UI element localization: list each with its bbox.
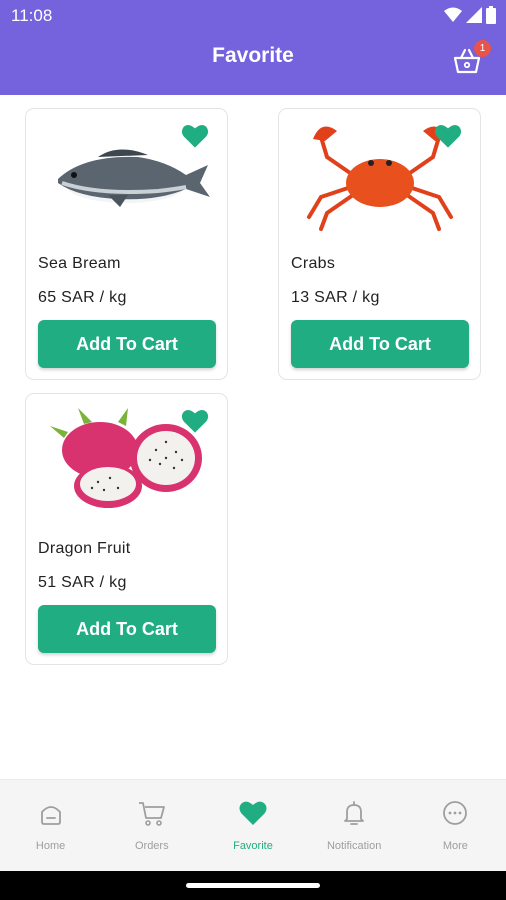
- battery-icon: [486, 6, 496, 24]
- add-to-cart-button[interactable]: Add To Cart: [38, 605, 216, 653]
- product-price: 13 SAR / kg: [291, 289, 380, 306]
- home-icon: [40, 806, 61, 825]
- add-to-cart-button[interactable]: Add To Cart: [291, 320, 469, 368]
- nav-label: Home: [35, 840, 66, 852]
- home-gesture-pill[interactable]: [186, 883, 320, 888]
- header-cart-button[interactable]: 1: [452, 40, 492, 76]
- status-icons: [444, 6, 496, 24]
- nav-item-notification[interactable]: Notification: [304, 780, 405, 871]
- product-card[interactable]: Sea Bream 65 SAR / kg Add To Cart: [25, 108, 228, 380]
- heart-icon: [239, 801, 267, 825]
- wifi-icon: [444, 7, 462, 22]
- app-header: 11:08 Favorite 1: [0, 0, 506, 95]
- nav-item-favorite[interactable]: Favorite: [202, 780, 303, 871]
- status-time: 11:08: [11, 6, 53, 25]
- product-name: Dragon Fruit: [38, 540, 131, 557]
- product-card[interactable]: Crabs 13 SAR / kg Add To Cart: [278, 108, 481, 380]
- bottom-nav: Home Orders Favorite Notification More: [0, 779, 506, 871]
- nav-item-orders[interactable]: Orders: [101, 780, 202, 871]
- favorite-heart-icon[interactable]: [181, 408, 209, 434]
- nav-item-more[interactable]: More: [405, 780, 506, 871]
- product-price: 65 SAR / kg: [38, 289, 127, 306]
- cart-badge: 1: [474, 40, 491, 57]
- nav-label: Orders: [134, 840, 169, 852]
- nav-label: More: [442, 840, 468, 852]
- bell-icon: [344, 801, 365, 825]
- signal-icon: [466, 7, 482, 23]
- nav-label: Favorite: [233, 840, 273, 852]
- system-nav-bar: [0, 871, 506, 900]
- page-title: Favorite: [212, 44, 294, 67]
- product-price: 51 SAR / kg: [38, 574, 127, 591]
- nav-item-home[interactable]: Home: [0, 780, 101, 871]
- product-card[interactable]: Dragon Fruit 51 SAR / kg Add To Cart: [25, 393, 228, 665]
- product-name: Sea Bream: [38, 255, 121, 272]
- favorite-heart-icon[interactable]: [434, 123, 462, 149]
- more-icon: [443, 801, 468, 825]
- product-name: Crabs: [291, 255, 336, 272]
- nav-label: Notification: [326, 840, 382, 852]
- favorite-heart-icon[interactable]: [181, 123, 209, 149]
- cart-icon: [138, 802, 165, 826]
- add-to-cart-button[interactable]: Add To Cart: [38, 320, 216, 368]
